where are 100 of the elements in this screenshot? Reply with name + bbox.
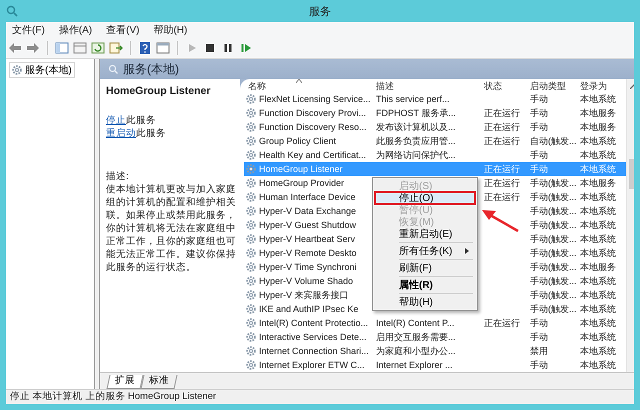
- table-cell[interactable]: Hyper-V Time Synchroni: [259, 260, 357, 274]
- table-cell: 正在运行: [484, 108, 520, 118]
- back-icon[interactable]: [8, 41, 22, 55]
- export-icon[interactable]: [109, 41, 123, 55]
- table-cell[interactable]: Hyper-V Heartbeat Serv: [259, 232, 356, 246]
- table-cell: 本地服务: [580, 108, 616, 118]
- table-cell[interactable]: Hyper-V 来宾服务接口: [259, 288, 349, 302]
- table-cell: 手动(触发...: [530, 178, 576, 188]
- table-cell: 本地系统: [580, 248, 616, 258]
- menu-item[interactable]: 所有任务(K): [375, 245, 475, 257]
- search-icon: [6, 5, 18, 17]
- status-bar: 停止 本地计算机 上的服务 HomeGroup Listener: [6, 389, 634, 404]
- table-cell[interactable]: Hyper-V Volume Shado: [259, 274, 354, 288]
- column-header[interactable]: 启动类型: [530, 81, 566, 91]
- column-header[interactable]: 状态: [484, 81, 502, 91]
- table-cell: Intel(R) Content P...: [376, 318, 454, 328]
- column-header[interactable]: 登录为: [580, 81, 607, 91]
- table-cell: 为网络访问保护代...: [376, 150, 456, 160]
- table-cell: 正在运行: [484, 136, 520, 146]
- column-header[interactable]: 名称: [248, 81, 266, 91]
- refresh-icon[interactable]: [91, 41, 105, 55]
- table-cell[interactable]: IKE and AuthIP IPsec Ke: [259, 302, 358, 316]
- table-cell: 本地系统: [580, 220, 616, 230]
- table-cell: 手动: [530, 332, 548, 342]
- search-icon: [108, 64, 118, 74]
- tree-view-icon[interactable]: [55, 41, 69, 55]
- table-cell[interactable]: Internet Explorer ETW C...: [259, 358, 365, 372]
- forward-icon[interactable]: [26, 41, 40, 55]
- panel-header: 服务(本地): [100, 59, 634, 79]
- window-icon[interactable]: [156, 41, 170, 55]
- table-cell[interactable]: Internet Connection Shari...: [259, 344, 369, 358]
- table-cell: 本地系统: [580, 332, 616, 342]
- stop-icon[interactable]: [203, 41, 217, 55]
- table-cell: 本地系统: [580, 136, 616, 146]
- menu-item[interactable]: 属性(R): [375, 279, 475, 291]
- restart-icon[interactable]: [239, 41, 253, 55]
- table-cell[interactable]: Human Interface Device: [259, 190, 356, 204]
- menu-item[interactable]: 停止(O): [375, 192, 475, 204]
- tab[interactable]: 标准: [140, 375, 178, 389]
- submenu-arrow-icon: [465, 248, 469, 254]
- table-cell: 手动(触发...: [530, 192, 576, 202]
- table-cell: 手动: [530, 122, 548, 132]
- table-cell[interactable]: Function Discovery Provi...: [259, 106, 366, 120]
- table-cell: Internet Explorer ...: [376, 360, 453, 370]
- table-cell: 此服务负责应用管...: [376, 136, 456, 146]
- table-cell[interactable]: Intel(R) Content Protectio...: [259, 316, 368, 330]
- table-cell: 禁用: [530, 346, 548, 356]
- gear-icon: [12, 65, 22, 75]
- table-cell: 本地系统: [580, 150, 616, 160]
- table-cell[interactable]: Health Key and Certificat...: [259, 148, 366, 162]
- window-title: 服务: [309, 4, 331, 18]
- menu-item[interactable]: 重新启动(E): [375, 228, 475, 240]
- menu-item[interactable]: 帮助(H): [153, 23, 188, 37]
- table-cell: 本地服务: [580, 262, 616, 272]
- table-cell: 正在运行: [484, 178, 520, 188]
- action-text: 停止此服务: [106, 114, 157, 127]
- table-cell: 手动: [530, 108, 548, 118]
- table-cell[interactable]: Hyper-V Remote Deskto: [259, 246, 357, 260]
- table-cell: 手动(触发...: [530, 248, 576, 258]
- table-cell[interactable]: FlexNet Licensing Service...: [259, 92, 371, 106]
- table-cell: This service perf...: [376, 94, 450, 104]
- menu-item[interactable]: 查看(V): [106, 23, 140, 37]
- table-cell[interactable]: Hyper-V Data Exchange: [259, 204, 356, 218]
- table-cell: 手动: [530, 360, 548, 370]
- table-cell: 本地系统: [580, 206, 616, 216]
- table-cell[interactable]: HomeGroup Provider: [259, 176, 344, 190]
- table-cell: 手动(触发...: [530, 234, 576, 244]
- menu-item[interactable]: 刷新(F): [375, 262, 475, 274]
- table-cell: 本地系统: [580, 234, 616, 244]
- table-cell: 本地系统: [580, 94, 616, 104]
- table-cell: 手动(触发...: [530, 220, 576, 230]
- table-cell: 手动: [530, 94, 548, 104]
- table-cell: 手动(触发...: [530, 206, 576, 216]
- table-cell: 正在运行: [484, 122, 520, 132]
- table-cell: 手动: [530, 164, 548, 174]
- table-cell: 正在运行: [484, 192, 520, 202]
- service-name: HomeGroup Listener: [106, 85, 212, 98]
- action-text: 重启动此服务: [106, 127, 167, 140]
- menu-item[interactable]: 操作(A): [58, 23, 92, 37]
- tree-item[interactable]: 服务(本地): [9, 62, 75, 78]
- table-cell: 本地系统: [580, 290, 616, 300]
- table-cell: 本地系统: [580, 346, 616, 356]
- menu-item[interactable]: 帮助(H): [375, 296, 475, 308]
- table-cell: 为家庭和小型办公...: [376, 346, 456, 356]
- panel-icon[interactable]: [73, 41, 87, 55]
- table-cell[interactable]: Function Discovery Reso...: [259, 120, 367, 134]
- table-cell: 启用交互服务需要...: [376, 332, 456, 342]
- tab[interactable]: 扩展: [106, 375, 144, 389]
- scrollbar[interactable]: [626, 79, 634, 372]
- menu-item[interactable]: 文件(F): [12, 23, 45, 37]
- table-cell[interactable]: Interactive Services Dete...: [259, 330, 367, 344]
- table-cell: 手动(触发...: [530, 276, 576, 286]
- action-link[interactable]: 重启动: [106, 128, 136, 139]
- table-cell: 本地系统: [580, 192, 616, 202]
- column-header[interactable]: 描述: [376, 81, 394, 91]
- table-cell: 本地系统: [580, 360, 616, 370]
- action-link[interactable]: 停止: [106, 115, 126, 126]
- help-icon[interactable]: [138, 41, 152, 55]
- table-cell[interactable]: Hyper-V Guest Shutdow: [259, 218, 356, 232]
- table-cell[interactable]: Group Policy Client: [259, 134, 336, 148]
